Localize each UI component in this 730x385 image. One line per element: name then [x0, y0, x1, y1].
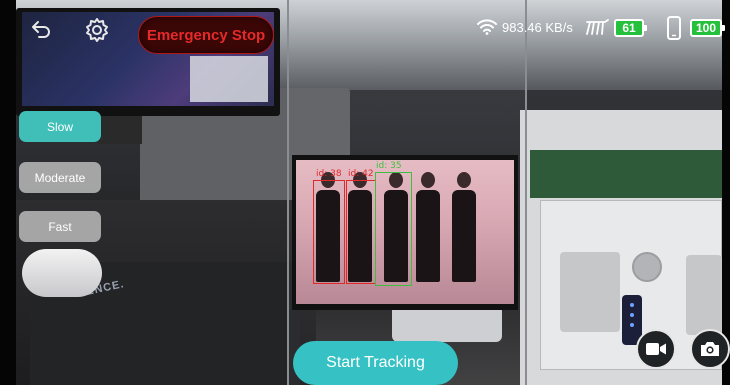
start-tracking-button[interactable]: Start Tracking	[293, 341, 458, 385]
equipment-button	[632, 252, 662, 282]
detection-label: id: 42	[348, 169, 374, 179]
white-device	[22, 249, 102, 297]
detection-label: id: 38	[316, 169, 342, 179]
speed-slow-button[interactable]: Slow	[19, 111, 101, 142]
wifi-icon	[477, 19, 497, 35]
led-indicator	[630, 313, 634, 317]
network-speed: 983.46 KB/s	[502, 19, 573, 35]
phone-icon	[666, 16, 682, 45]
detection-box	[346, 180, 376, 284]
robot-battery: 61	[614, 19, 647, 37]
phone-battery: 100	[690, 19, 726, 37]
robot-dog-icon	[584, 17, 610, 42]
video-camera-icon	[645, 341, 667, 357]
monitor-stand	[98, 116, 142, 144]
back-arrow-icon[interactable]	[30, 18, 52, 45]
camera-icon	[699, 340, 721, 358]
detection-box	[313, 180, 345, 284]
emergency-stop-button[interactable]: Emergency Stop	[138, 16, 274, 54]
detection-box	[375, 172, 412, 286]
monitor-dialog	[190, 56, 268, 102]
led-indicator	[630, 303, 634, 307]
screen-bezel	[722, 0, 730, 385]
person-figure	[416, 172, 440, 282]
speed-moderate-button[interactable]: Moderate	[19, 162, 101, 193]
screen-bezel	[0, 0, 16, 385]
gear-icon[interactable]	[84, 17, 110, 48]
equipment-slot	[560, 252, 620, 332]
circuit-board	[530, 150, 722, 198]
status-bar: 983.46 KB/s	[477, 14, 573, 40]
speed-fast-button[interactable]: Fast	[19, 211, 101, 242]
led-indicator	[630, 323, 634, 327]
person-figure	[452, 172, 476, 282]
snapshot-button[interactable]	[690, 329, 730, 369]
equipment-slot	[686, 255, 722, 335]
record-video-button[interactable]	[636, 329, 676, 369]
detection-label: id: 35	[376, 161, 402, 171]
